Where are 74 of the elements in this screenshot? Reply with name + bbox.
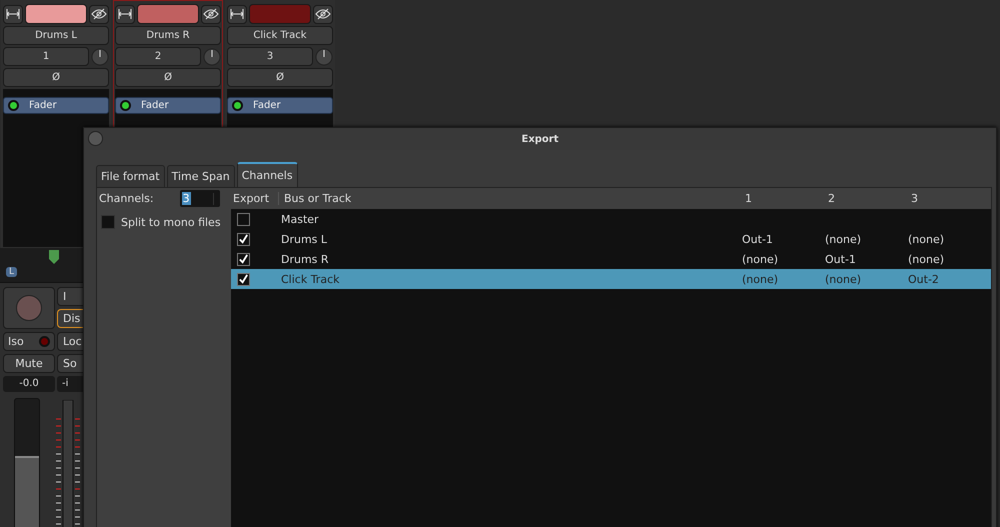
phase-invert-button[interactable]: Ø: [115, 68, 221, 87]
input-button[interactable]: 1: [3, 47, 89, 66]
record-button[interactable]: [3, 287, 55, 329]
column-header: 1: [744, 192, 753, 205]
table-row[interactable]: Drums R (none) Out-1 (none): [231, 249, 991, 269]
phase-invert-button[interactable]: Ø: [227, 68, 333, 87]
track-name-button[interactable]: Drums R: [115, 26, 221, 45]
output-cell-text: (none): [741, 272, 780, 286]
export-checkbox[interactable]: [237, 212, 250, 226]
output-cell-text: (none): [824, 272, 862, 286]
tab[interactable]: Time Span: [166, 165, 235, 187]
output-cell-text: (none): [907, 252, 946, 266]
export-checkbox[interactable]: [237, 252, 250, 266]
table-row[interactable]: Master: [231, 209, 991, 229]
table-row[interactable]: Drums L Out-1 (none) (none): [231, 229, 991, 249]
track-name-cell-text: Drums R: [280, 252, 330, 266]
output-cell-text: (none): [824, 232, 862, 246]
track-name-button[interactable]: Click Track: [227, 26, 333, 45]
output-cell-text: (none): [907, 232, 946, 246]
output-cell-text: (none): [741, 252, 780, 266]
output-cell-text: Out-1: [824, 252, 857, 266]
fader-slider[interactable]: [14, 398, 40, 527]
export-checkbox[interactable]: [237, 232, 250, 246]
width-icon: [6, 9, 20, 19]
export-checkbox[interactable]: [237, 272, 250, 286]
width-icon: [230, 9, 244, 19]
hidden-eye-icon: [203, 8, 219, 20]
width-button[interactable]: [227, 4, 247, 24]
track-name-cell-text: Click Track: [280, 272, 340, 286]
track-name-button[interactable]: Drums L: [3, 26, 109, 45]
width-icon: [118, 9, 132, 19]
color-bar[interactable]: [25, 4, 87, 24]
width-button[interactable]: [3, 4, 23, 24]
hide-button[interactable]: [201, 4, 221, 24]
pan-marker-icon: [49, 250, 59, 264]
channels-spinbox[interactable]: 3: [180, 190, 220, 207]
column-header: Export: [231, 192, 279, 205]
hide-button[interactable]: [313, 4, 333, 24]
channels-label: Channels:: [99, 192, 154, 205]
panner-label: L: [6, 267, 18, 277]
output-cell-text: Out-1: [741, 232, 774, 246]
hidden-eye-icon: [91, 8, 107, 20]
phase-invert-button[interactable]: Ø: [3, 68, 109, 87]
hidden-eye-icon: [315, 8, 331, 20]
width-button[interactable]: [115, 4, 135, 24]
column-header: 3: [910, 192, 919, 205]
isolate-button[interactable]: Iso: [3, 332, 55, 351]
output-cell-text: Out-2: [907, 272, 940, 286]
table-row[interactable]: Click Track (none) (none) Out-2: [231, 269, 991, 289]
color-bar[interactable]: [137, 4, 199, 24]
split-mono-label: Split to mono files: [121, 216, 221, 228]
mute-button[interactable]: Mute: [3, 354, 55, 373]
input-button[interactable]: 2: [115, 47, 201, 66]
led-icon: [120, 100, 131, 111]
trim-knob[interactable]: [315, 48, 333, 66]
tab[interactable]: Channels: [236, 162, 298, 187]
color-bar[interactable]: [249, 4, 311, 24]
trim-knob[interactable]: [203, 48, 221, 66]
led-icon: [8, 100, 19, 111]
track-name-cell-text: Drums L: [280, 232, 328, 246]
gain-display: -0.0: [3, 376, 55, 392]
column-header: 2: [827, 192, 836, 205]
input-button[interactable]: 3: [227, 47, 313, 66]
tab[interactable]: File format: [96, 165, 165, 187]
hide-button[interactable]: [89, 4, 109, 24]
led-icon: [232, 100, 243, 111]
processor-button[interactable]: Fader: [227, 97, 333, 114]
split-mono-checkbox[interactable]: [101, 215, 115, 229]
column-header: Bus or Track: [283, 192, 352, 205]
trim-knob[interactable]: [91, 48, 109, 66]
processor-button[interactable]: Fader: [115, 97, 221, 114]
processor-button[interactable]: Fader: [3, 97, 109, 114]
track-name-cell-text: Master: [280, 212, 320, 226]
window-title: Export: [521, 134, 559, 144]
